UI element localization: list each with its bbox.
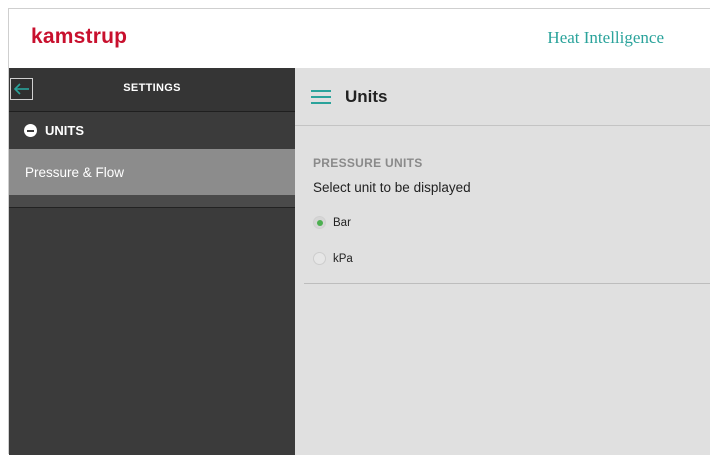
sidebar-item-label: Pressure & Flow — [25, 164, 125, 180]
sidebar-header: SETTINGS — [9, 68, 295, 112]
hamburger-icon[interactable] — [311, 89, 331, 104]
app-window: kamstrup Heat Intelligence SETTINGS UNIT… — [8, 8, 710, 455]
settings-sidebar: SETTINGS UNITS Pressure & Flow — [9, 68, 295, 455]
radio-label-kpa: kPa — [333, 252, 353, 265]
sidebar-section-label: UNITS — [45, 123, 84, 138]
minus-circle-icon — [24, 124, 37, 137]
sidebar-item-pressure-flow[interactable]: Pressure & Flow — [9, 149, 295, 195]
radio-option-kpa[interactable]: kPa — [313, 252, 353, 265]
kamstrup-logo: kamstrup — [31, 25, 128, 48]
radio-button-kpa[interactable] — [313, 252, 326, 265]
radio-option-bar[interactable]: Bar — [313, 216, 351, 229]
pressure-units-title: PRESSURE UNITS — [313, 156, 423, 170]
section-divider — [304, 283, 710, 284]
sidebar-title: SETTINGS — [123, 82, 181, 94]
app-header: kamstrup Heat Intelligence — [9, 9, 710, 68]
sidebar-divider — [9, 195, 295, 208]
main-header: Units — [295, 68, 710, 126]
radio-label-bar: Bar — [333, 216, 351, 229]
main-content: Units PRESSURE UNITS Select unit to be d… — [295, 68, 710, 455]
page-title: Units — [345, 86, 388, 106]
pressure-units-description: Select unit to be displayed — [313, 180, 471, 195]
app-title: Heat Intelligence — [547, 28, 664, 47]
radio-button-bar[interactable] — [313, 216, 326, 229]
sidebar-section-units[interactable]: UNITS — [9, 112, 295, 149]
